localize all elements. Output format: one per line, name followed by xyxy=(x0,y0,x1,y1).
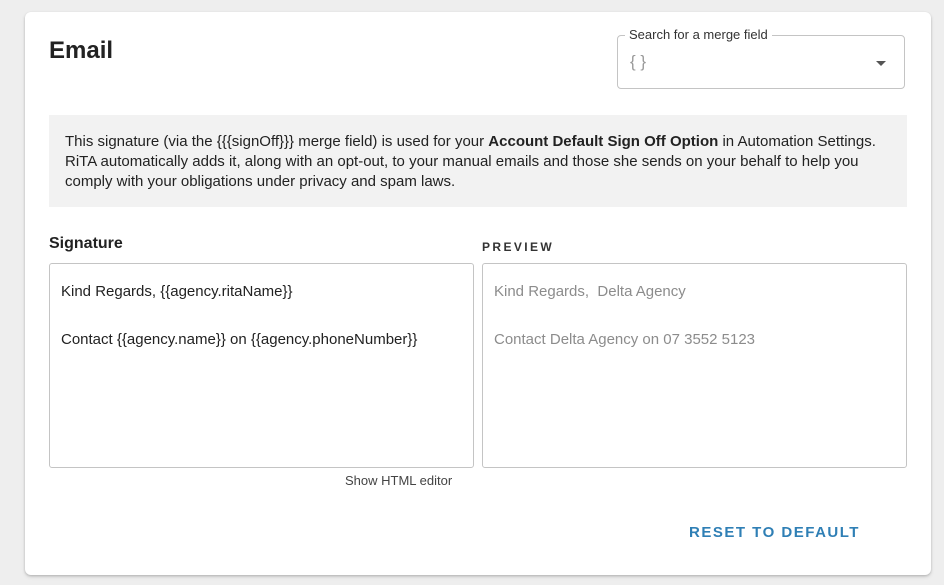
signature-line: Contact {{agency.name}} on {{agency.phon… xyxy=(61,331,418,348)
info-text-bold: Account Default Sign Off Option xyxy=(488,133,719,150)
signature-preview: Kind Regards, Delta Agency Contact Delta… xyxy=(482,263,907,468)
signature-info-notice: This signature (via the {{{signOff}}} me… xyxy=(49,115,907,207)
page-title: Email xyxy=(49,37,114,64)
info-text-before: This signature (via the {{{signOff}}} me… xyxy=(65,133,489,150)
signature-label: Signature xyxy=(49,235,123,252)
email-settings-card: Email Search for a merge field This sign… xyxy=(25,12,931,575)
signature-editor[interactable]: Kind Regards, {{agency.ritaName}} Contac… xyxy=(49,263,474,468)
merge-field-search[interactable]: Search for a merge field xyxy=(617,27,905,89)
show-html-editor-link[interactable]: Show HTML editor xyxy=(345,473,452,489)
signature-line: Kind Regards, {{agency.ritaName}} xyxy=(61,283,293,300)
preview-label: PREVIEW xyxy=(482,240,555,254)
merge-field-search-input[interactable] xyxy=(630,52,860,72)
preview-line: Contact Delta Agency on 07 3552 5123 xyxy=(494,331,756,348)
reset-to-default-button[interactable]: RESET TO DEFAULT xyxy=(685,523,864,543)
preview-line: Kind Regards, Delta Agency xyxy=(494,283,686,300)
merge-field-search-label: Search for a merge field xyxy=(625,27,772,43)
chevron-down-icon[interactable] xyxy=(876,61,886,66)
